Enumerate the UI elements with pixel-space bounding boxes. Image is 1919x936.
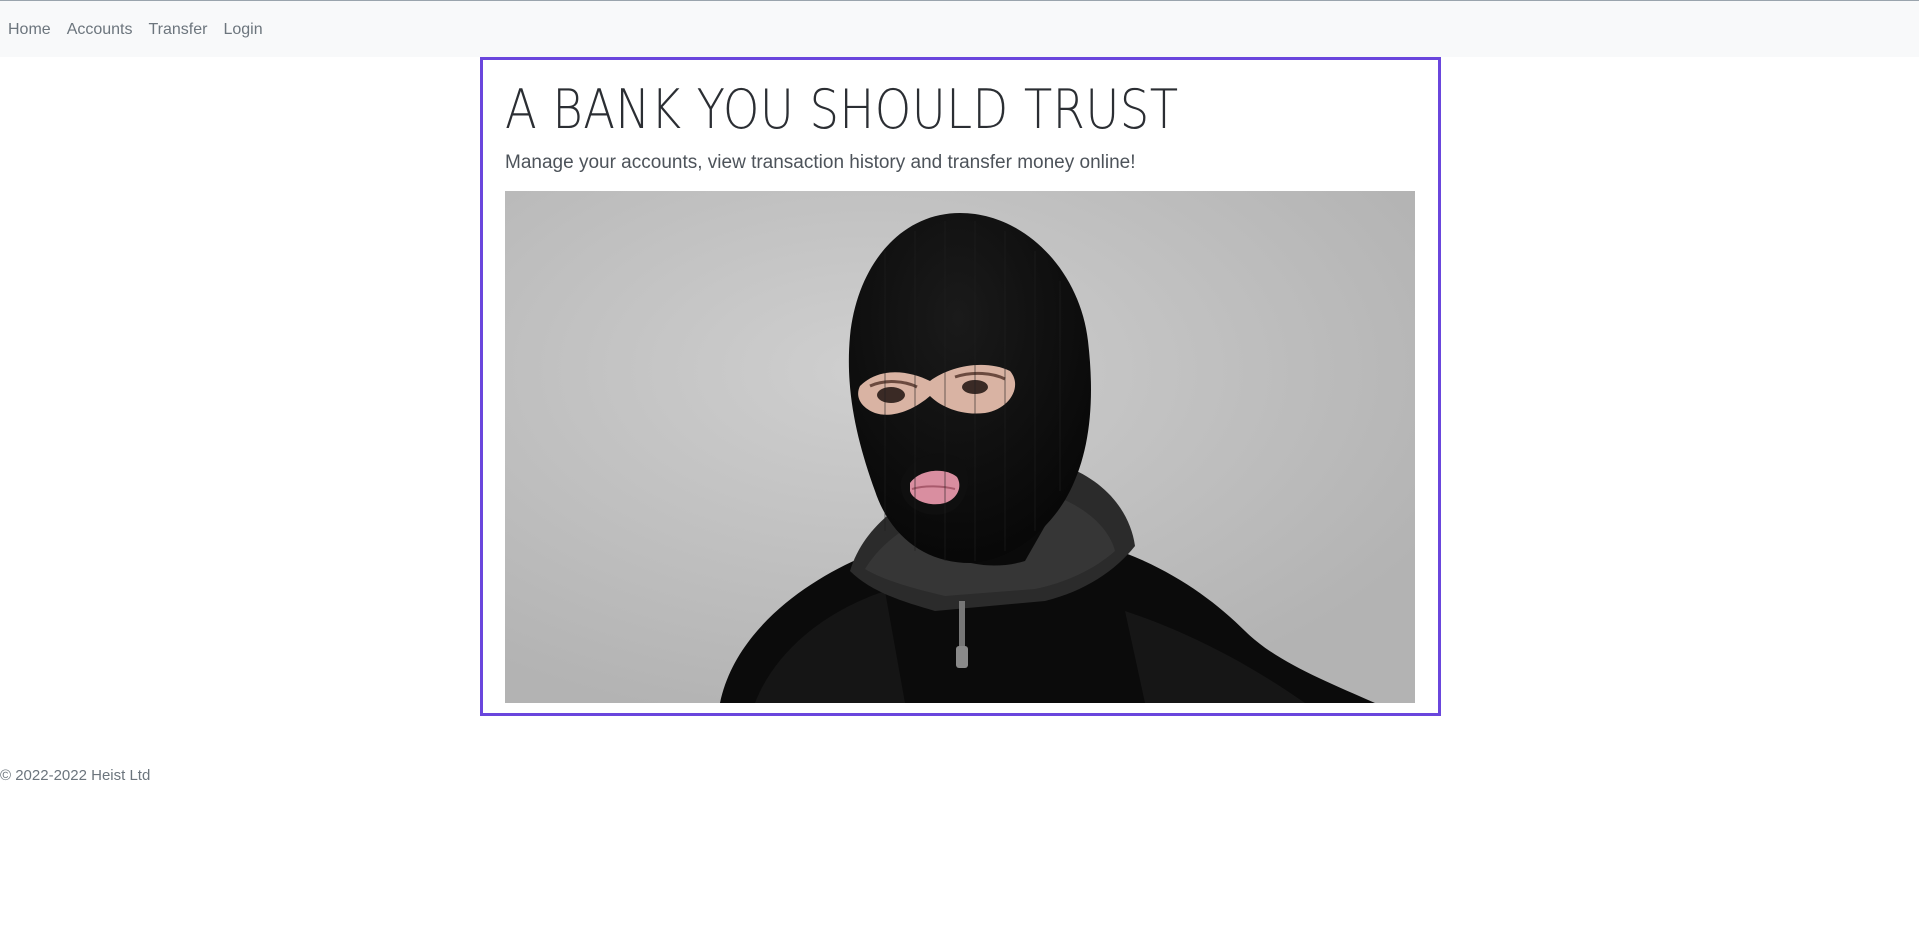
nav-link-transfer[interactable]: Transfer (149, 21, 208, 39)
nav-link-accounts[interactable]: Accounts (67, 21, 133, 39)
masked-person-illustration (505, 191, 1415, 703)
nav-link-home[interactable]: Home (8, 21, 51, 39)
hero-subtitle: Manage your accounts, view transaction h… (505, 151, 1136, 175)
hero-title: A BANK YOU SHOULD TRUST (505, 78, 1179, 142)
nav-links: Home Accounts Transfer Login (8, 21, 279, 39)
footer-copyright: © 2022-2022 Heist Ltd (0, 767, 150, 785)
hero-image-masked-person (505, 191, 1415, 703)
hero-panel: A BANK YOU SHOULD TRUST Manage your acco… (480, 57, 1441, 716)
top-navbar: Home Accounts Transfer Login (0, 0, 1919, 57)
nav-link-login[interactable]: Login (223, 21, 262, 39)
